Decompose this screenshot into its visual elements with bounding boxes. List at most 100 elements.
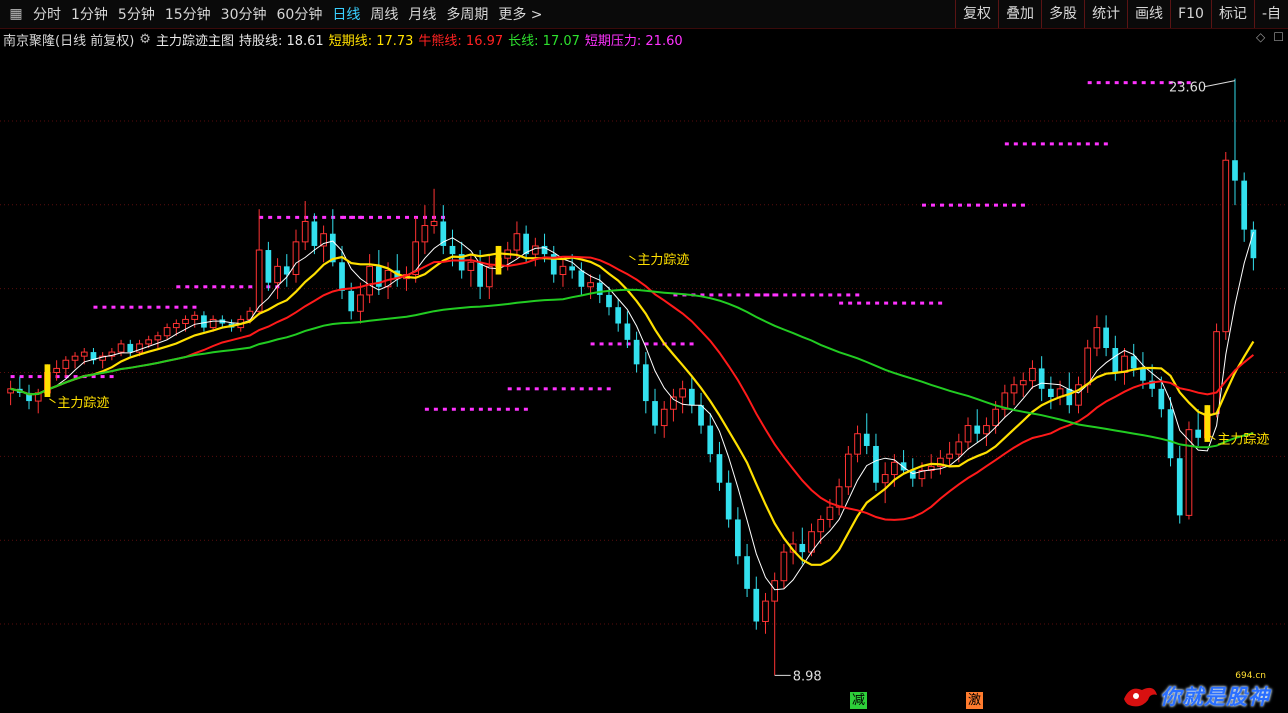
pressure-dot [848,301,853,305]
pressure-dot [599,342,604,346]
pressure-dot [606,387,611,391]
candle-body [1140,368,1146,381]
signal-surge-badge: 激 [966,692,983,709]
pressure-dot [929,301,934,305]
candle-body [974,425,981,434]
candle-body [955,441,963,455]
pressure-dot [1049,142,1054,146]
annotation-arrow [49,398,56,404]
candle-body [449,245,456,255]
watermark-text: 你就是股神 [1160,685,1270,709]
annotation-label: 主力踪迹 [1217,433,1269,448]
pressure-dot [957,203,962,207]
candle-body [1103,327,1109,349]
candle-body [80,351,88,357]
candle-body [753,588,760,622]
pressure-dot [1013,142,1018,146]
candle-body [136,343,143,353]
candle-body [660,408,668,427]
pressure-dot [579,387,584,391]
candle-body [1121,355,1128,374]
candlestick-chart[interactable]: 主力踪迹主力踪迹主力踪迹23.608.98 [0,0,1288,713]
candle-body [844,453,852,488]
pressure-dot [1004,142,1009,146]
candle-body [339,262,345,291]
candle-body [1048,388,1054,397]
pressure-dot [100,375,105,379]
pressure-dot [295,215,300,219]
pressure-dot [1094,142,1099,146]
pressure-dot [801,293,806,297]
candle-body [191,314,199,320]
pressure-dot [975,203,980,207]
candle-body [485,265,493,288]
candle-body [817,518,825,533]
pressure-dot [277,215,282,219]
pressure-dot [451,407,456,411]
candle-body [246,310,254,320]
pressure-dot [28,375,33,379]
pressure-dot [1159,81,1164,85]
pressure-dot [709,293,714,297]
candle-body [799,543,806,553]
candle-body [145,339,153,345]
pressure-dot [857,301,862,305]
candle-body [1010,384,1018,394]
candle-body [1213,331,1220,414]
pressure-dot [239,285,244,289]
candle-body [1241,180,1248,230]
candle-body [1084,347,1092,386]
pressure-dot [147,305,152,309]
candle-body [531,245,539,255]
candle-body [854,433,861,455]
pressure-dot [286,215,291,219]
candle-body [1167,409,1174,459]
pressure-dot [1020,203,1025,207]
pressure-dot [792,293,797,297]
pressure-dot [496,407,501,411]
candle-body [1130,356,1137,369]
pressure-dot [911,301,916,305]
pressure-dot [680,342,685,346]
pressure-dot [1067,142,1072,146]
candle-body [1093,327,1101,349]
candle-body [633,339,640,365]
candle-body [1250,229,1257,259]
pressure-dot [313,215,318,219]
pressure-dot [487,407,492,411]
pressure-dot [1058,142,1063,146]
candle-body [348,290,355,312]
candle-body [53,367,60,374]
candle-body [301,220,309,243]
pressure-dot [507,387,512,391]
pressure-dot [442,407,447,411]
pressure-dot [1123,81,1128,85]
candle-body [320,233,327,247]
pressure-dot [248,285,253,289]
pressure-dot [921,203,926,207]
candle-body [366,265,373,296]
candle-body [127,343,134,353]
candle-body [357,294,364,312]
pressure-dot [855,293,860,297]
pressure-dot [322,215,327,219]
candle-body [587,282,594,288]
pressure-dot [109,375,114,379]
candle-body [716,454,723,483]
candle-body [873,445,879,483]
pressure-dot [174,305,179,309]
pressure-dot [351,215,356,219]
candle-body [430,220,438,227]
pressure-dot [1132,81,1137,85]
pressure-dot [259,215,264,219]
annotation-label: 主力踪迹 [57,396,109,411]
pressure-dot [718,293,723,297]
annotation-arrow [629,255,636,261]
candle-body [891,461,898,476]
candle-body [201,315,207,328]
candle-body [559,265,567,276]
pressure-dot [590,342,595,346]
pressure-dot [884,301,889,305]
pressure-dot [268,215,273,219]
pressure-dot [378,215,383,219]
